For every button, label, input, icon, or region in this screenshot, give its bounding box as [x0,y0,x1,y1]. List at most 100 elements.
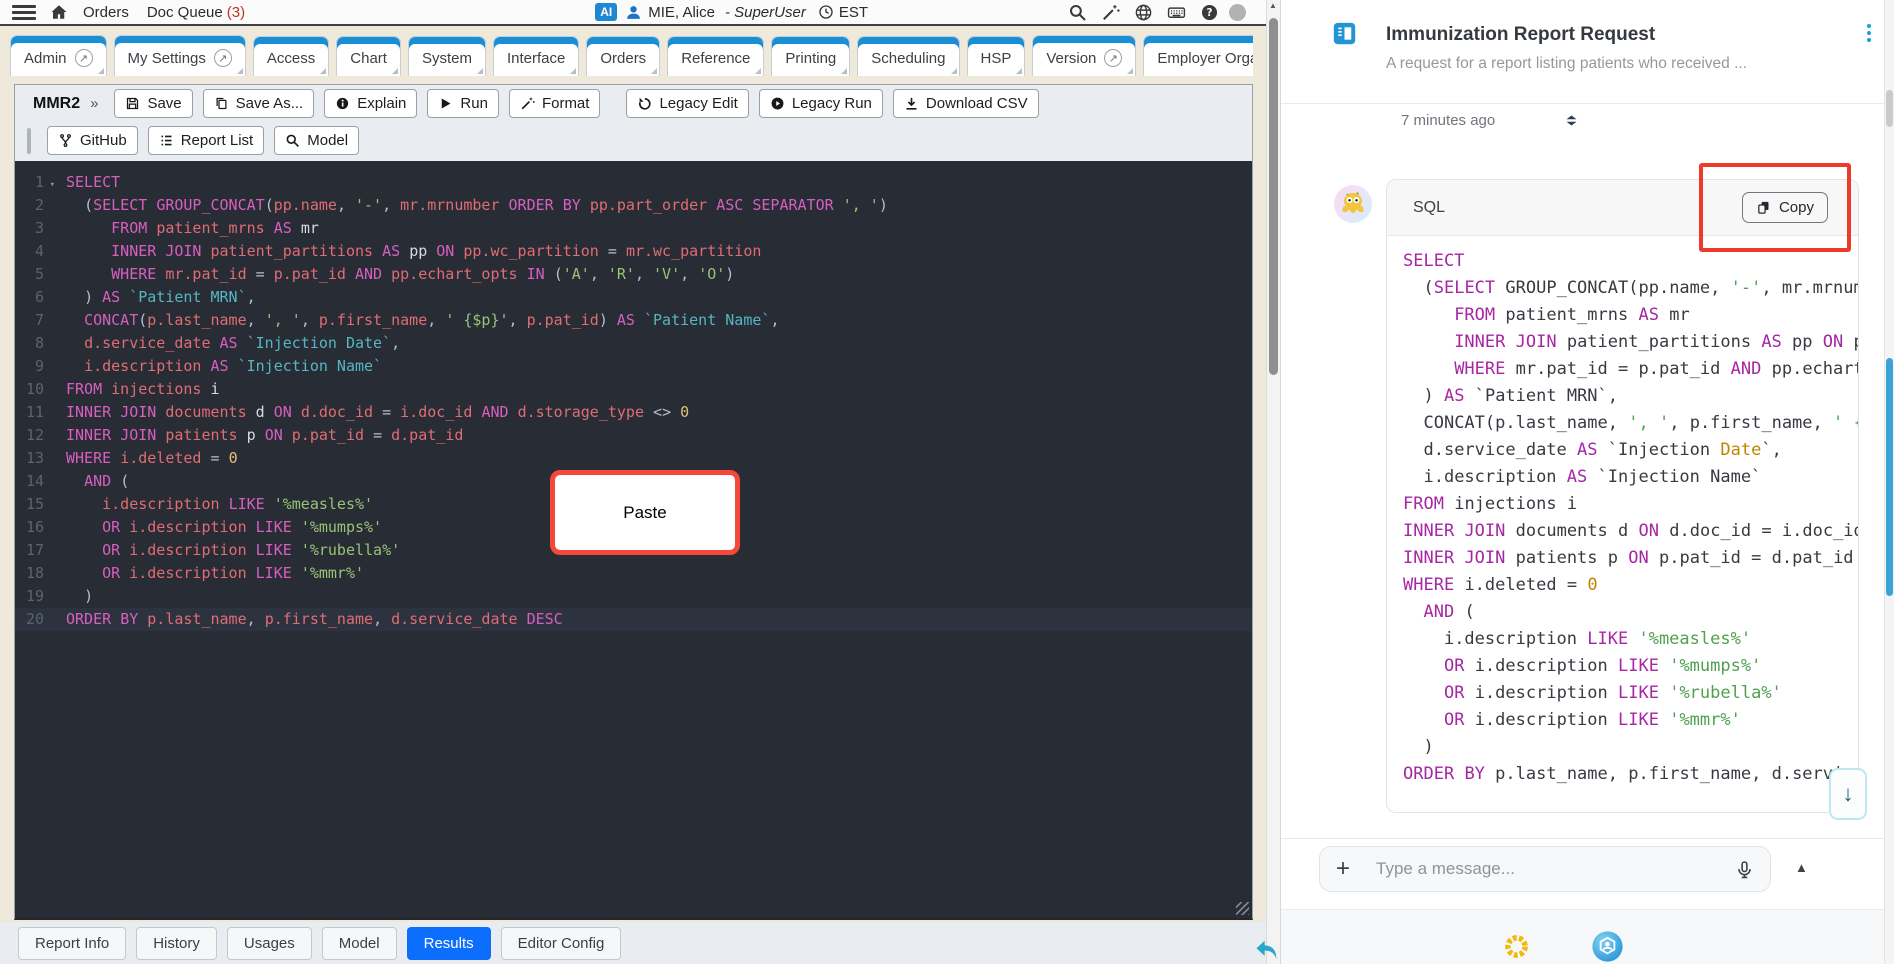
doc-queue-count: (3) [226,3,246,21]
user-name[interactable]: MIE, Alice [648,4,715,21]
reply-arrow-icon[interactable] [1252,936,1282,964]
hamburger-menu-icon[interactable] [12,4,36,20]
editor-line-10[interactable]: 10 FROM injections i [15,378,1252,401]
editor-line-11[interactable]: 11 INNER JOIN documents d ON d.doc_id = i… [15,401,1252,424]
message-placeholder[interactable]: Type a message... [1376,859,1735,879]
expand-caret-icon[interactable]: ▲ [1795,860,1808,875]
editor-line-9[interactable]: 9 i.description AS `Injection Name` [15,355,1252,378]
chat-scrollbar-thumb[interactable] [1886,358,1893,596]
editor-line-7[interactable]: 7 CONCAT(p.last_name, ', ', p.first_name… [15,309,1252,332]
editor-line-2[interactable]: 2 (SELECT GROUP_CONCAT(pp.name, '-', mr.… [15,194,1252,217]
message-input[interactable]: + Type a message... [1319,846,1771,892]
chat-code-line-4: INNER JOIN patient_partitions AS pp ON p… [1454,332,1858,352]
tab-chart[interactable]: Chart [336,36,401,76]
tab-system[interactable]: System [407,36,486,76]
collapse-icon[interactable] [1564,113,1579,128]
editor-line-6[interactable]: 6 ) AS `Patient MRN`, [15,286,1252,309]
kebab-menu-icon[interactable] [1861,24,1877,48]
breadcrumb-doc-queue[interactable]: Doc Queue (3) [147,4,245,21]
button-label: Explain [357,95,407,112]
resize-handle[interactable] [1236,902,1249,915]
message-timestamp: 7 minutes ago [1401,112,1496,129]
report-id-chevron[interactable]: » [90,95,98,112]
editor-line-8[interactable]: 8 d.service_date AS `Injection Date`, [15,332,1252,355]
tab-label: Admin [24,49,67,67]
chat-code-line-6: ) AS `Patient MRN`, [1423,386,1619,406]
external-link-icon[interactable]: ↗ [74,49,93,67]
legacy-edit-button[interactable]: Legacy Edit [626,89,749,118]
button-label: Save [147,95,182,112]
run-button[interactable]: Run [427,89,499,118]
globe-icon[interactable] [1134,3,1153,22]
copy-button[interactable]: Copy [1741,192,1828,223]
editor-line-18[interactable]: 18 OR i.description LIKE '%mmr%' [15,562,1252,585]
scroll-to-bottom-button[interactable]: ↓ [1829,768,1867,820]
save-as-button[interactable]: Save As... [202,89,315,118]
tab-employer-organizations[interactable]: Employer Organizations↗ [1143,35,1253,76]
bottom-tab-usages[interactable]: Usages [226,926,312,960]
chat-code-line-3: FROM patient_mrns AS mr [1454,305,1690,325]
tab-label: Employer Organizations [1157,49,1253,67]
tab-interface[interactable]: Interface [492,36,580,76]
attach-plus-icon[interactable]: + [1336,855,1350,883]
bottom-tab-model[interactable]: Model [321,926,397,960]
bottom-tab-history[interactable]: History [136,926,217,960]
avatar-placeholder[interactable] [1229,3,1246,21]
chat-scrollbar-piece[interactable] [1886,90,1893,127]
tab-hsp[interactable]: HSP [966,36,1026,76]
download-csv-button[interactable]: Download CSV [892,89,1039,118]
tab-scheduling[interactable]: Scheduling [857,36,960,76]
tab-admin[interactable]: Admin ↗ [10,35,107,76]
help-icon[interactable]: ? [1200,3,1219,22]
explain-button[interactable]: Explain [324,89,418,118]
tab-label: Reference [681,50,751,67]
editor-line-12[interactable]: 12 INNER JOIN patients p ON p.pat_id = d.… [15,424,1252,447]
line-text: INNER JOIN patients p ON p.pat_id = d.pa… [66,426,464,444]
tab-orders[interactable]: Orders [586,36,661,76]
ai-badge[interactable]: AI [595,3,618,21]
format-button[interactable]: Format [508,89,601,118]
save-button[interactable]: Save [114,89,193,118]
chat-scrollbar[interactable] [1884,0,1894,964]
tab-printing[interactable]: Printing [771,36,851,76]
left-panel-scrollbar[interactable]: ▲ [1266,0,1280,964]
external-link-icon[interactable]: ↗ [213,49,232,67]
tab-my-settings[interactable]: My Settings ↗ [113,35,246,76]
tab-label: Chart [350,50,387,67]
line-number: 9 [34,357,44,375]
paste-button[interactable]: Paste [550,470,740,555]
scrollbar-up-arrow[interactable]: ▲ [1269,1,1277,10]
info-icon [335,96,350,111]
screen: Orders Doc Queue (3) AI MIE, Alice - Supe… [0,0,1894,964]
bottom-tab-results[interactable]: Results [406,926,491,960]
bottom-tab-editor-config[interactable]: Editor Config [500,926,622,960]
sun-badge-icon[interactable] [1501,931,1532,962]
github-button[interactable]: GitHub [47,126,138,155]
tab-version[interactable]: Version ↗ [1032,35,1137,76]
tab-access[interactable]: Access [252,36,330,76]
app-logo-icon[interactable] [1591,930,1624,963]
editor-line-20[interactable]: 20 ORDER BY p.last_name, p.first_name, d.… [15,608,1252,631]
line-number: 19 [25,587,44,605]
editor-line-13[interactable]: 13 WHERE i.deleted = 0 [15,447,1252,470]
tab-reference[interactable]: Reference [667,36,765,76]
wand-icon[interactable] [1101,3,1120,22]
keyboard-icon[interactable] [1167,3,1186,22]
home-icon[interactable] [50,3,68,21]
editor-line-5[interactable]: 5 WHERE mr.pat_id = p.pat_id AND pp.echa… [15,263,1252,286]
timezone-label[interactable]: EST [839,4,868,21]
line-number: 14 [25,472,44,490]
editor-line-1[interactable]: 1 ▾ SELECT [15,171,1252,194]
editor-line-3[interactable]: 3 FROM patient_mrns AS mr [15,217,1252,240]
bottom-tab-report-info[interactable]: Report Info [18,926,127,960]
microphone-icon[interactable] [1735,860,1754,879]
legacy-run-button[interactable]: Legacy Run [758,89,883,118]
search-icon[interactable] [1068,3,1087,22]
editor-line-19[interactable]: 19 ) [15,585,1252,608]
model-button[interactable]: Model [274,126,360,155]
report-list-button[interactable]: Report List [147,126,265,155]
editor-line-4[interactable]: 4 INNER JOIN patient_partitions AS pp ON… [15,240,1252,263]
breadcrumb-orders[interactable]: Orders [83,4,129,21]
external-link-icon[interactable]: ↗ [1104,49,1123,67]
scrollbar-thumb[interactable] [1269,18,1278,375]
